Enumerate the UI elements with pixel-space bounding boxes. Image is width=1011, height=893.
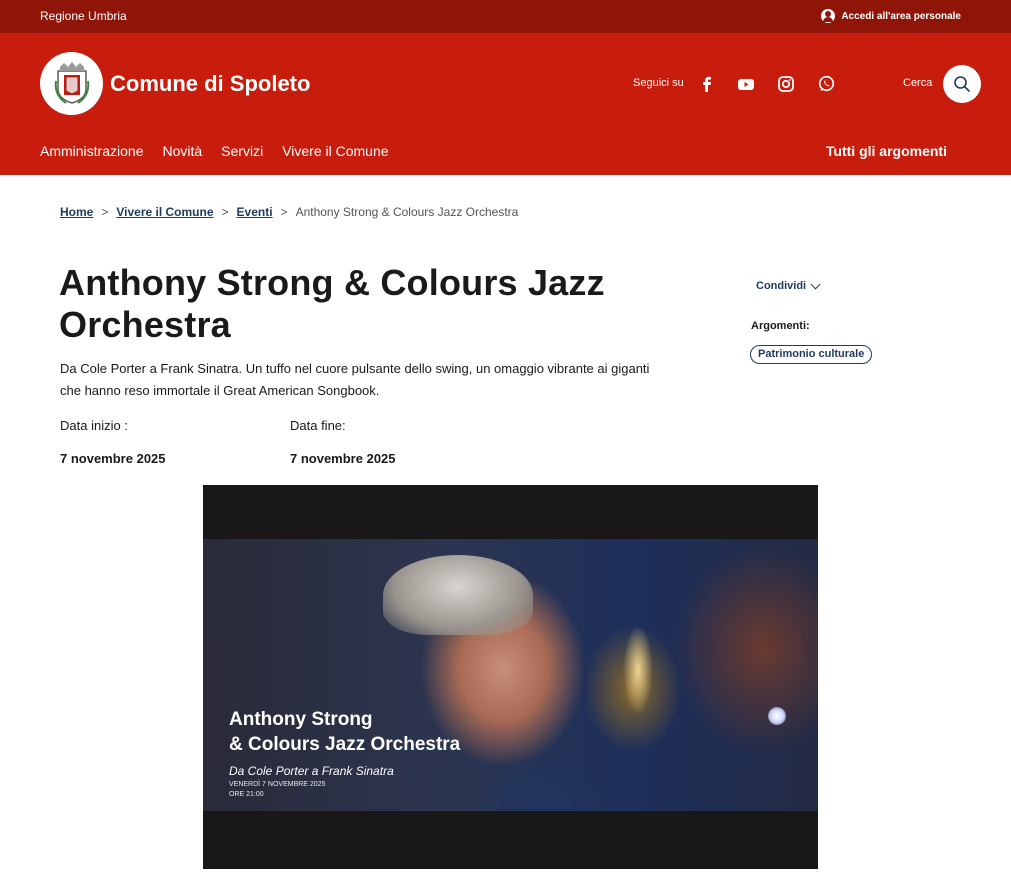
breadcrumb-current: Anthony Strong & Colours Jazz Orchestra — [295, 205, 519, 219]
search-icon — [954, 76, 970, 92]
photo-detail — [768, 707, 786, 725]
municipality-logo[interactable] — [40, 52, 103, 115]
breadcrumb-eventi[interactable]: Eventi — [237, 205, 273, 219]
all-topics-link[interactable]: Tutti gli argomenti — [826, 143, 947, 159]
coat-of-arms-icon — [54, 62, 90, 104]
image-caption-line: ORE 21:00 — [229, 791, 264, 798]
breadcrumb-separator: > — [280, 205, 288, 219]
nav-item-novita[interactable]: Novità — [162, 143, 202, 159]
image-caption-line: Da Cole Porter a Frank Sinatra — [229, 764, 394, 778]
user-icon — [821, 9, 836, 23]
start-date-label: Data inizio : — [60, 418, 128, 433]
login-link[interactable]: Accedi all'area personale — [821, 9, 961, 23]
nav-item-amministrazione[interactable]: Amministrazione — [40, 143, 143, 159]
nav-item-servizi[interactable]: Servizi — [221, 143, 263, 159]
instagram-icon[interactable] — [776, 74, 796, 94]
facebook-icon[interactable] — [697, 74, 717, 94]
region-link[interactable]: Regione Umbria — [40, 9, 127, 23]
breadcrumb-separator: > — [101, 205, 109, 219]
photo-detail — [383, 555, 533, 635]
site-title[interactable]: Comune di Spoleto — [110, 71, 310, 97]
site-header: Comune di Spoleto Seguici su Cerca Ammin… — [0, 33, 1011, 175]
breadcrumb-separator: > — [221, 205, 229, 219]
nav-item-vivere-il-comune[interactable]: Vivere il Comune — [282, 143, 388, 159]
breadcrumb-home[interactable]: Home — [60, 205, 93, 219]
topics-label: Argomenti: — [751, 320, 810, 332]
breadcrumb: Home > Vivere il Comune > Eventi > Antho… — [60, 205, 518, 219]
topic-chip[interactable]: Patrimonio culturale — [750, 345, 873, 364]
image-caption-line: VENERDÌ 7 NOVEMBRE 2025 — [229, 781, 326, 788]
image-caption-line: Anthony Strong — [229, 709, 373, 730]
login-label: Accedi all'area personale — [841, 10, 961, 22]
event-image: Anthony Strong & Colours Jazz Orchestra … — [203, 485, 818, 869]
search-label: Cerca — [903, 77, 933, 89]
start-date-value: 7 novembre 2025 — [60, 451, 166, 466]
chevron-down-icon — [810, 279, 821, 290]
follow-label: Seguici su — [633, 77, 684, 89]
main-nav: Amministrazione Novità Servizi Vivere il… — [40, 143, 389, 159]
start-date: Data inizio : 7 novembre 2025 — [60, 418, 166, 466]
end-date-label: Data fine: — [290, 418, 346, 433]
whatsapp-icon[interactable] — [816, 74, 836, 94]
image-caption-line: & Colours Jazz Orchestra — [229, 734, 461, 755]
event-description: Da Cole Porter a Frank Sinatra. Un tuffo… — [60, 361, 650, 398]
end-date: Data fine: 7 novembre 2025 — [290, 418, 396, 466]
top-bar: Regione Umbria Accedi all'area personale — [0, 0, 1011, 33]
end-date-value: 7 novembre 2025 — [290, 451, 396, 466]
youtube-icon[interactable] — [736, 74, 756, 94]
share-label: Condividi — [756, 280, 807, 292]
photo-detail — [623, 625, 653, 715]
search-button[interactable] — [943, 65, 981, 103]
page-title: Anthony Strong & Colours Jazz Orchestra — [59, 262, 605, 345]
breadcrumb-vivere-il-comune[interactable]: Vivere il Comune — [116, 205, 213, 219]
share-dropdown[interactable]: Condividi — [756, 279, 821, 292]
